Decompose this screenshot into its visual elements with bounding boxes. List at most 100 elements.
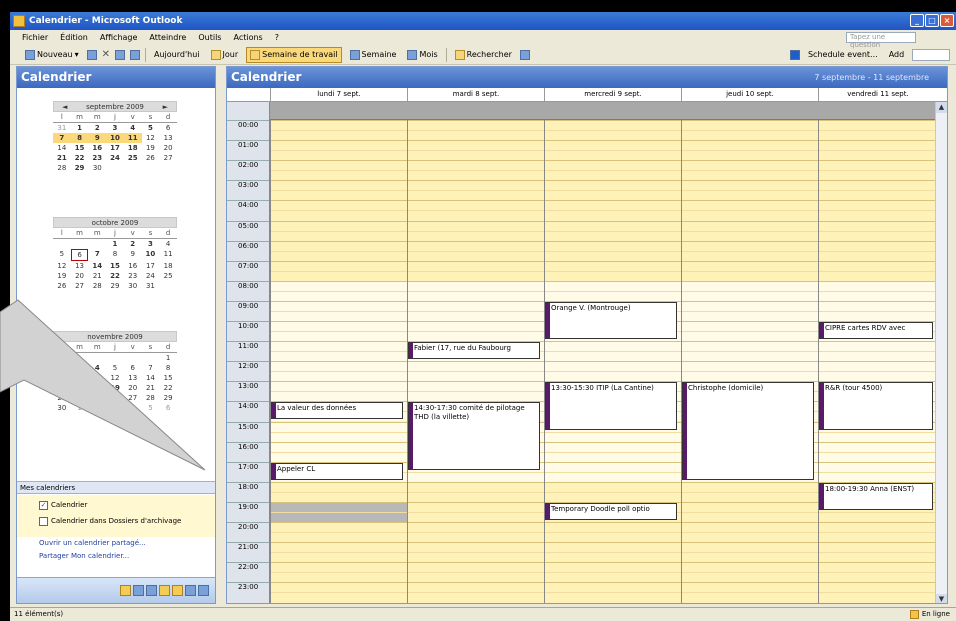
mini-calendar-day[interactable]: 22 bbox=[106, 271, 124, 281]
mini-calendar-day[interactable]: 9 bbox=[124, 249, 142, 261]
time-slot[interactable] bbox=[271, 391, 407, 402]
mini-calendar-day[interactable]: 7 bbox=[53, 133, 71, 143]
time-slot[interactable] bbox=[545, 542, 681, 552]
time-slot[interactable] bbox=[545, 170, 681, 180]
time-slot[interactable] bbox=[819, 351, 937, 362]
month-view-button[interactable]: Mois bbox=[404, 48, 440, 62]
maximize-button[interactable]: □ bbox=[925, 14, 939, 27]
time-slot[interactable] bbox=[682, 532, 818, 542]
mini-calendar-day[interactable]: 20 bbox=[159, 143, 177, 153]
time-slot[interactable] bbox=[545, 130, 681, 140]
time-slot[interactable] bbox=[271, 150, 407, 160]
time-slot[interactable] bbox=[408, 371, 544, 382]
time-slot[interactable] bbox=[819, 270, 937, 281]
time-slot[interactable] bbox=[545, 260, 681, 271]
time-slot[interactable] bbox=[545, 190, 681, 200]
time-slot[interactable] bbox=[408, 220, 544, 231]
mini-calendar-day[interactable]: 7 bbox=[142, 363, 160, 373]
mini-calendar-day[interactable]: 9 bbox=[53, 373, 71, 383]
time-slot[interactable] bbox=[271, 210, 407, 220]
time-slot[interactable] bbox=[271, 511, 407, 522]
mini-calendar-day[interactable]: 2 bbox=[53, 363, 71, 373]
mini-calendar-day[interactable]: 14 bbox=[142, 373, 160, 383]
time-slot[interactable] bbox=[408, 170, 544, 180]
mini-calendar-day[interactable]: 25 bbox=[124, 153, 142, 163]
time-slot[interactable] bbox=[545, 582, 681, 592]
time-slot[interactable] bbox=[682, 331, 818, 342]
mini-calendar-day[interactable]: 27 bbox=[71, 281, 89, 291]
time-slot[interactable] bbox=[408, 270, 544, 281]
mini-calendar-day[interactable]: 18 bbox=[159, 261, 177, 271]
mini-calendar-day[interactable]: 17 bbox=[106, 143, 124, 153]
time-slot[interactable] bbox=[408, 160, 544, 170]
time-slot[interactable] bbox=[271, 542, 407, 552]
time-slot[interactable] bbox=[545, 160, 681, 170]
mini-calendar-day[interactable]: 17 bbox=[142, 261, 160, 271]
time-slot[interactable] bbox=[819, 542, 937, 552]
time-slot[interactable] bbox=[545, 522, 681, 532]
mail-nav-icon[interactable] bbox=[120, 585, 131, 596]
mini-calendar-day[interactable]: 6 bbox=[124, 363, 142, 373]
mini-calendar-day[interactable]: 4 bbox=[159, 239, 177, 249]
mini-calendar-day[interactable]: 7 bbox=[88, 249, 106, 261]
mini-calendar-day[interactable]: 26 bbox=[142, 153, 160, 163]
time-slot[interactable] bbox=[408, 210, 544, 220]
archive-calendar-checkbox[interactable] bbox=[39, 516, 48, 526]
mini-calendar-day[interactable]: 23 bbox=[88, 153, 106, 163]
mini-calendar-day[interactable]: 5 bbox=[142, 123, 160, 133]
my-calendars-header[interactable]: Mes calendriers bbox=[17, 481, 215, 494]
mini-calendar-day[interactable]: 16 bbox=[124, 261, 142, 271]
time-slot[interactable] bbox=[271, 160, 407, 170]
time-slot[interactable] bbox=[545, 180, 681, 190]
time-slot[interactable] bbox=[271, 351, 407, 362]
appointment[interactable]: 18:00-19:30 Anna (ENST) bbox=[819, 482, 933, 510]
time-slot[interactable] bbox=[682, 572, 818, 582]
time-slot[interactable] bbox=[408, 290, 544, 301]
mini-calendar-day[interactable]: 30 bbox=[124, 281, 142, 291]
time-slot[interactable] bbox=[819, 230, 937, 241]
mini-calendar-day[interactable]: 3 bbox=[106, 403, 124, 413]
mini-calendar-day[interactable]: 3 bbox=[106, 123, 124, 133]
time-slot[interactable] bbox=[271, 501, 407, 512]
mini-calendar-day[interactable]: 29 bbox=[71, 163, 89, 173]
time-slot[interactable] bbox=[682, 491, 818, 502]
menu-edition[interactable]: Édition bbox=[60, 33, 88, 42]
time-slot[interactable] bbox=[682, 582, 818, 592]
time-slot[interactable] bbox=[682, 280, 818, 291]
time-slot[interactable] bbox=[408, 522, 544, 532]
mini-calendar-day[interactable]: 24 bbox=[142, 271, 160, 281]
time-slot[interactable] bbox=[819, 120, 937, 130]
mini-calendar-day[interactable]: 13 bbox=[124, 373, 142, 383]
time-slot[interactable] bbox=[271, 371, 407, 382]
time-slot[interactable] bbox=[408, 200, 544, 210]
time-slot[interactable] bbox=[408, 260, 544, 271]
appointment[interactable]: Appeler CL bbox=[271, 462, 403, 480]
time-slot[interactable] bbox=[819, 160, 937, 170]
work-week-view-button[interactable]: Semaine de travail bbox=[246, 46, 342, 63]
search-button[interactable]: Rechercher bbox=[452, 48, 515, 62]
time-slot[interactable] bbox=[408, 391, 544, 402]
mini-calendar-day[interactable]: 14 bbox=[53, 143, 71, 153]
prev-month-arrow[interactable]: ◄ bbox=[62, 102, 67, 112]
mini-calendar-day[interactable]: 13 bbox=[159, 133, 177, 143]
menu-affichage[interactable]: Affichage bbox=[100, 33, 138, 42]
time-slot[interactable] bbox=[408, 331, 544, 342]
print-icon[interactable] bbox=[86, 49, 97, 60]
time-slot[interactable] bbox=[271, 532, 407, 542]
mini-calendar-day[interactable]: 30 bbox=[88, 163, 106, 173]
mini-calendar-day[interactable]: 8 bbox=[70, 133, 89, 143]
time-slot[interactable] bbox=[819, 200, 937, 210]
time-slot[interactable] bbox=[271, 552, 407, 562]
mini-calendar-day[interactable]: 19 bbox=[53, 271, 71, 281]
mini-calendar-day[interactable]: 8 bbox=[159, 363, 177, 373]
folders-nav-icon[interactable] bbox=[185, 585, 196, 596]
calendar-checkbox[interactable]: ✓ bbox=[39, 500, 48, 510]
appointment[interactable]: 13:30-15:30 ITIP (La Cantine) bbox=[545, 382, 677, 430]
time-slot[interactable] bbox=[819, 431, 937, 442]
time-slot[interactable] bbox=[682, 481, 818, 492]
time-slot[interactable] bbox=[408, 190, 544, 200]
time-slot[interactable] bbox=[819, 562, 937, 572]
mini-calendar-day[interactable]: 12 bbox=[142, 133, 160, 143]
time-slot[interactable] bbox=[408, 130, 544, 140]
time-slot[interactable] bbox=[271, 451, 407, 462]
